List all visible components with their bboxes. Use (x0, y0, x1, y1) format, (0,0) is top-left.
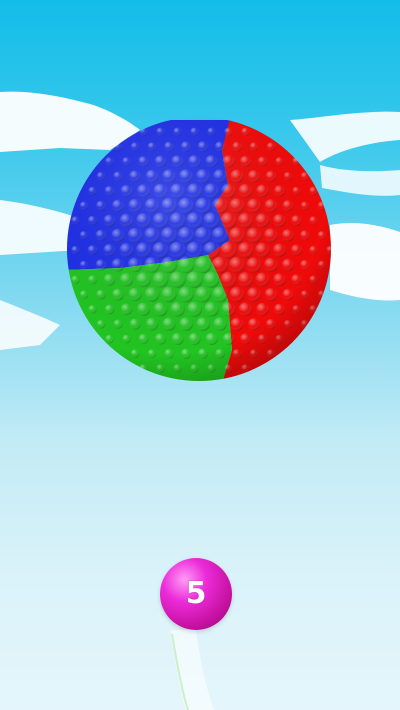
shooter-ball[interactable]: 5 (160, 558, 232, 630)
game-scene[interactable]: 5 (0, 0, 400, 710)
sphere-segments (67, 117, 331, 381)
shooter-ball-number: 5 (185, 576, 207, 611)
